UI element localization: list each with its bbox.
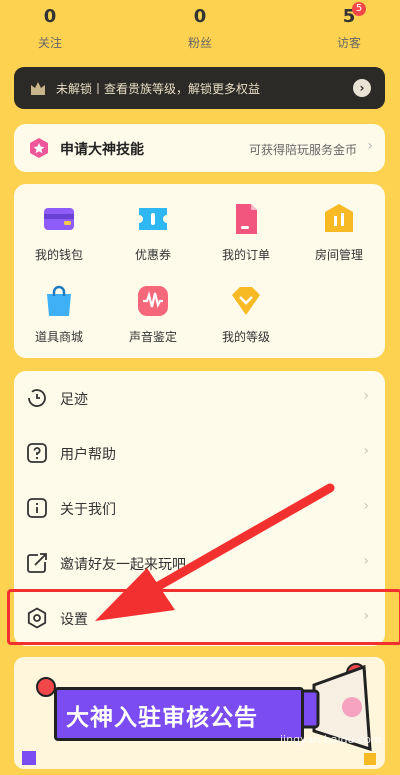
grid-item-label: 道具商城 xyxy=(34,330,83,344)
stat-follow-label: 关注 xyxy=(37,36,62,50)
level-icon xyxy=(232,287,260,315)
grid-item-voice-appraisal[interactable]: 声音鉴定 xyxy=(110,284,196,354)
stat-fans[interactable]: 0 粉丝 xyxy=(160,6,240,51)
star-badge-icon xyxy=(30,138,48,158)
chevron-right-icon[interactable]: › xyxy=(353,79,371,97)
chevron-right-icon: › xyxy=(363,388,369,404)
crown-icon xyxy=(31,82,45,95)
grid-item-label: 优惠券 xyxy=(134,248,171,262)
menu-item-label: 足迹 xyxy=(60,392,88,408)
grid-item-label: 我的等级 xyxy=(221,330,270,344)
stat-follow[interactable]: 0 关注 xyxy=(10,6,90,51)
grid-item-coupon[interactable]: 优惠券 xyxy=(110,202,196,272)
apply-skill-hint: 可获得陪玩服务金币 xyxy=(248,143,357,157)
grid-item-orders[interactable]: 我的订单 xyxy=(203,202,289,272)
shopping-bag-icon xyxy=(47,285,71,316)
menu-item-footprint[interactable]: 足迹 › xyxy=(14,371,385,425)
grid-item-prop-mall[interactable]: 道具商城 xyxy=(16,284,102,354)
menu-item-label: 关于我们 xyxy=(60,502,116,518)
grid-item-label: 房间管理 xyxy=(314,248,363,262)
stat-fans-label: 粉丝 xyxy=(187,36,212,50)
vip-banner[interactable]: 未解锁丨查看贵族等级，解锁更多权益 › xyxy=(14,67,385,109)
info-icon xyxy=(27,498,47,518)
stat-visitors[interactable]: 5 访客 xyxy=(309,6,389,51)
stats-row: 0 关注 0 粉丝 5 访客 5 xyxy=(0,0,400,56)
vip-banner-text: 未解锁丨查看贵族等级，解锁更多权益 xyxy=(56,82,261,96)
watermark-text: jingyan.baidu.com xyxy=(280,733,382,746)
menu-item-invite[interactable]: 邀请好友一起来玩吧 › xyxy=(14,536,385,590)
coupon-icon xyxy=(139,208,167,230)
stat-fans-count: 0 xyxy=(193,6,207,27)
chevron-right-icon: › xyxy=(363,443,369,459)
menu-item-help[interactable]: 用户帮助 › xyxy=(14,426,385,480)
grid-item-level[interactable]: 我的等级 xyxy=(203,284,289,354)
apply-skill-card[interactable]: 申请大神技能 可获得陪玩服务金币 › xyxy=(14,124,385,172)
visitor-badge: 5 xyxy=(352,2,366,16)
chevron-right-icon: › xyxy=(363,498,369,514)
grid-item-room-management[interactable]: 房间管理 xyxy=(296,202,382,272)
chevron-right-icon: › xyxy=(367,138,373,154)
menu-item-label: 邀请好友一起来玩吧 xyxy=(60,557,186,573)
apply-skill-title: 申请大神技能 xyxy=(60,142,144,158)
voice-wave-icon xyxy=(138,286,168,316)
grid-item-label: 我的钱包 xyxy=(34,248,83,262)
menu-item-about[interactable]: 关于我们 › xyxy=(14,481,385,535)
help-icon xyxy=(27,443,47,463)
grid-item-label: 我的订单 xyxy=(221,248,270,262)
feature-grid: 我的钱包 优惠券 我的订单 房间管理 道具商城 声音鉴定 我的等级 xyxy=(14,184,385,358)
grid-item-wallet[interactable]: 我的钱包 xyxy=(16,202,102,272)
order-icon xyxy=(236,204,257,234)
room-management-icon xyxy=(325,204,353,232)
stat-visitors-label: 访客 xyxy=(336,36,361,50)
chevron-right-icon: › xyxy=(363,553,369,569)
wallet-icon xyxy=(44,208,74,230)
stat-follow-count: 0 xyxy=(43,6,57,27)
settings-highlight-box xyxy=(7,589,400,645)
promo-title: 大神入驻审核公告 xyxy=(66,705,258,731)
promo-banner[interactable]: 大神入驻审核公告 xyxy=(14,657,385,769)
grid-item-label: 声音鉴定 xyxy=(128,330,177,344)
clock-icon xyxy=(28,389,46,407)
stat-visitors-count: 5 xyxy=(342,6,356,27)
share-icon xyxy=(27,553,47,573)
menu-item-label: 用户帮助 xyxy=(60,447,116,463)
